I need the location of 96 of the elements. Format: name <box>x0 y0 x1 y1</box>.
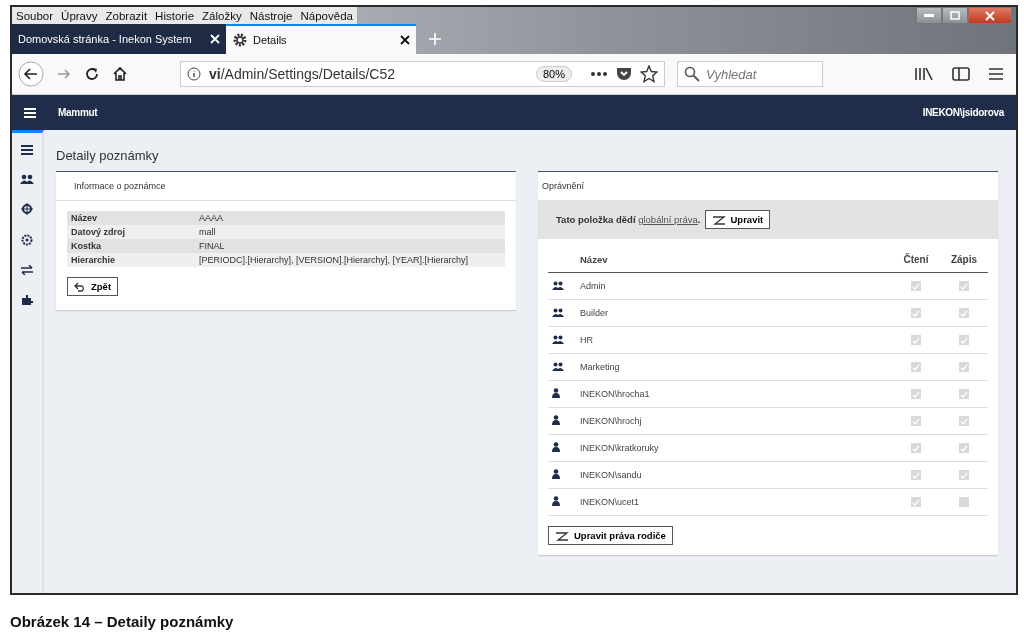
users-icon <box>552 361 564 371</box>
gear-icon <box>232 32 248 48</box>
read-checkbox[interactable] <box>911 470 921 481</box>
browser-tab[interactable]: Domovská stránka - Inekon System <box>12 24 226 54</box>
column-header: Čtení <box>892 247 940 273</box>
table-cell: INEKON\kratkoruky <box>574 434 892 462</box>
read-checkbox[interactable] <box>911 443 921 454</box>
table-cell: Builder <box>574 299 892 327</box>
user-icon <box>552 469 560 479</box>
menu-item[interactable]: Historie <box>155 9 195 22</box>
column-header: Zápis <box>940 247 988 273</box>
write-checkbox[interactable] <box>959 470 969 481</box>
field-value: AAAA <box>195 211 505 225</box>
library-icon[interactable] <box>914 66 934 82</box>
minimize-button[interactable] <box>916 7 942 24</box>
figure-caption: Obrázek 14 – Detaily poznámky <box>10 613 235 630</box>
write-checkbox[interactable] <box>959 308 969 319</box>
minimize-icon <box>924 13 934 18</box>
user-icon <box>552 388 560 398</box>
close-button[interactable] <box>968 7 1012 24</box>
menu-item[interactable]: Nápověda <box>300 9 353 22</box>
field-label: Kostka <box>67 239 195 253</box>
table-cell: INEKON\ucet1 <box>574 488 892 516</box>
user-icon <box>552 442 560 452</box>
write-checkbox[interactable] <box>959 443 969 454</box>
edit-parent-rights-button[interactable]: Upravit práva rodiče <box>548 526 673 545</box>
app-title: Mammut <box>58 107 98 118</box>
back-icon[interactable] <box>18 61 44 87</box>
global-rights-link[interactable]: globální práva <box>638 214 698 225</box>
panel-title: Informace o poznámce <box>56 172 516 201</box>
page-title: Detaily poznámky <box>56 148 160 163</box>
menu-item[interactable]: Nástroje <box>249 9 293 22</box>
gear-icon[interactable] <box>21 234 33 246</box>
users-icon <box>552 307 564 317</box>
target-icon[interactable] <box>21 203 33 215</box>
url-text: vi/Admin/Settings/Details/C52 <box>209 66 396 82</box>
pocket-icon[interactable] <box>616 66 632 82</box>
read-checkbox[interactable] <box>911 335 921 346</box>
field-label: Datový zdroj <box>67 225 195 239</box>
more-icon[interactable] <box>590 71 608 77</box>
close-icon[interactable] <box>400 35 410 45</box>
field-label: Hierarchie <box>67 253 195 267</box>
zoom-badge[interactable]: 80% <box>535 66 572 82</box>
edit-button[interactable]: Upravit <box>704 210 771 229</box>
back-button[interactable]: Zpět <box>67 277 119 296</box>
table-cell: Admin <box>574 272 892 300</box>
maximize-button[interactable] <box>942 7 968 24</box>
star-icon[interactable] <box>640 65 658 83</box>
read-checkbox[interactable] <box>911 389 921 400</box>
reload-icon[interactable] <box>84 66 100 82</box>
users-icon <box>552 334 564 344</box>
table-cell: HR <box>574 326 892 354</box>
field-value: mall <box>195 225 505 239</box>
search-field[interactable]: Vyhledat <box>677 61 823 87</box>
menu-item[interactable]: Zobrazit <box>105 9 148 22</box>
maximize-icon <box>950 11 960 20</box>
users-icon <box>552 280 564 290</box>
table-cell: INEKON\hrochj <box>574 407 892 435</box>
write-checkbox[interactable] <box>959 497 969 508</box>
user-icon <box>552 415 560 425</box>
menu-item[interactable]: Soubor <box>16 9 54 22</box>
write-checkbox[interactable] <box>959 416 969 427</box>
swap-icon[interactable] <box>21 265 33 275</box>
column-header: Název <box>574 247 892 273</box>
write-checkbox[interactable] <box>959 281 969 292</box>
table-cell: Marketing <box>574 353 892 381</box>
read-checkbox[interactable] <box>911 281 921 292</box>
info-icon <box>187 67 201 81</box>
read-checkbox[interactable] <box>911 416 921 427</box>
write-checkbox[interactable] <box>959 335 969 346</box>
read-checkbox[interactable] <box>911 362 921 373</box>
read-checkbox[interactable] <box>911 497 921 508</box>
undo-icon <box>74 281 86 292</box>
close-icon <box>985 10 995 21</box>
browser-tab[interactable]: Details <box>226 24 416 54</box>
home-icon[interactable] <box>112 66 128 82</box>
table-cell: INEKON\sandu <box>574 461 892 489</box>
panel-title: Oprávnění <box>541 180 586 193</box>
users-icon[interactable] <box>20 174 34 184</box>
table-cell: INEKON\hrocha1 <box>574 380 892 408</box>
address-bar[interactable]: vi/Admin/Settings/Details/C52 80% <box>180 61 665 87</box>
field-value: [PERIODC].[Hierarchy], [VERSION].[Hierarchy], [YEAR].[Hierarchy] <box>195 253 505 267</box>
write-checkbox[interactable] <box>959 362 969 373</box>
write-checkbox[interactable] <box>959 389 969 400</box>
puzzle-icon[interactable] <box>21 294 33 305</box>
new-tab-icon[interactable] <box>428 32 442 46</box>
list-icon[interactable] <box>21 145 33 155</box>
field-label: Název <box>67 211 195 225</box>
menu-item[interactable]: Úpravy <box>61 9 98 22</box>
field-value: FINAL <box>195 239 505 253</box>
read-checkbox[interactable] <box>911 308 921 319</box>
user-icon <box>552 496 560 506</box>
menu-item[interactable]: Záložky <box>202 9 242 22</box>
inherit-text: Tato položka dědí globální práva. <box>556 214 701 225</box>
sidebar-icon[interactable] <box>952 66 970 82</box>
user-name: INEKON\jsidorova <box>922 107 1004 118</box>
